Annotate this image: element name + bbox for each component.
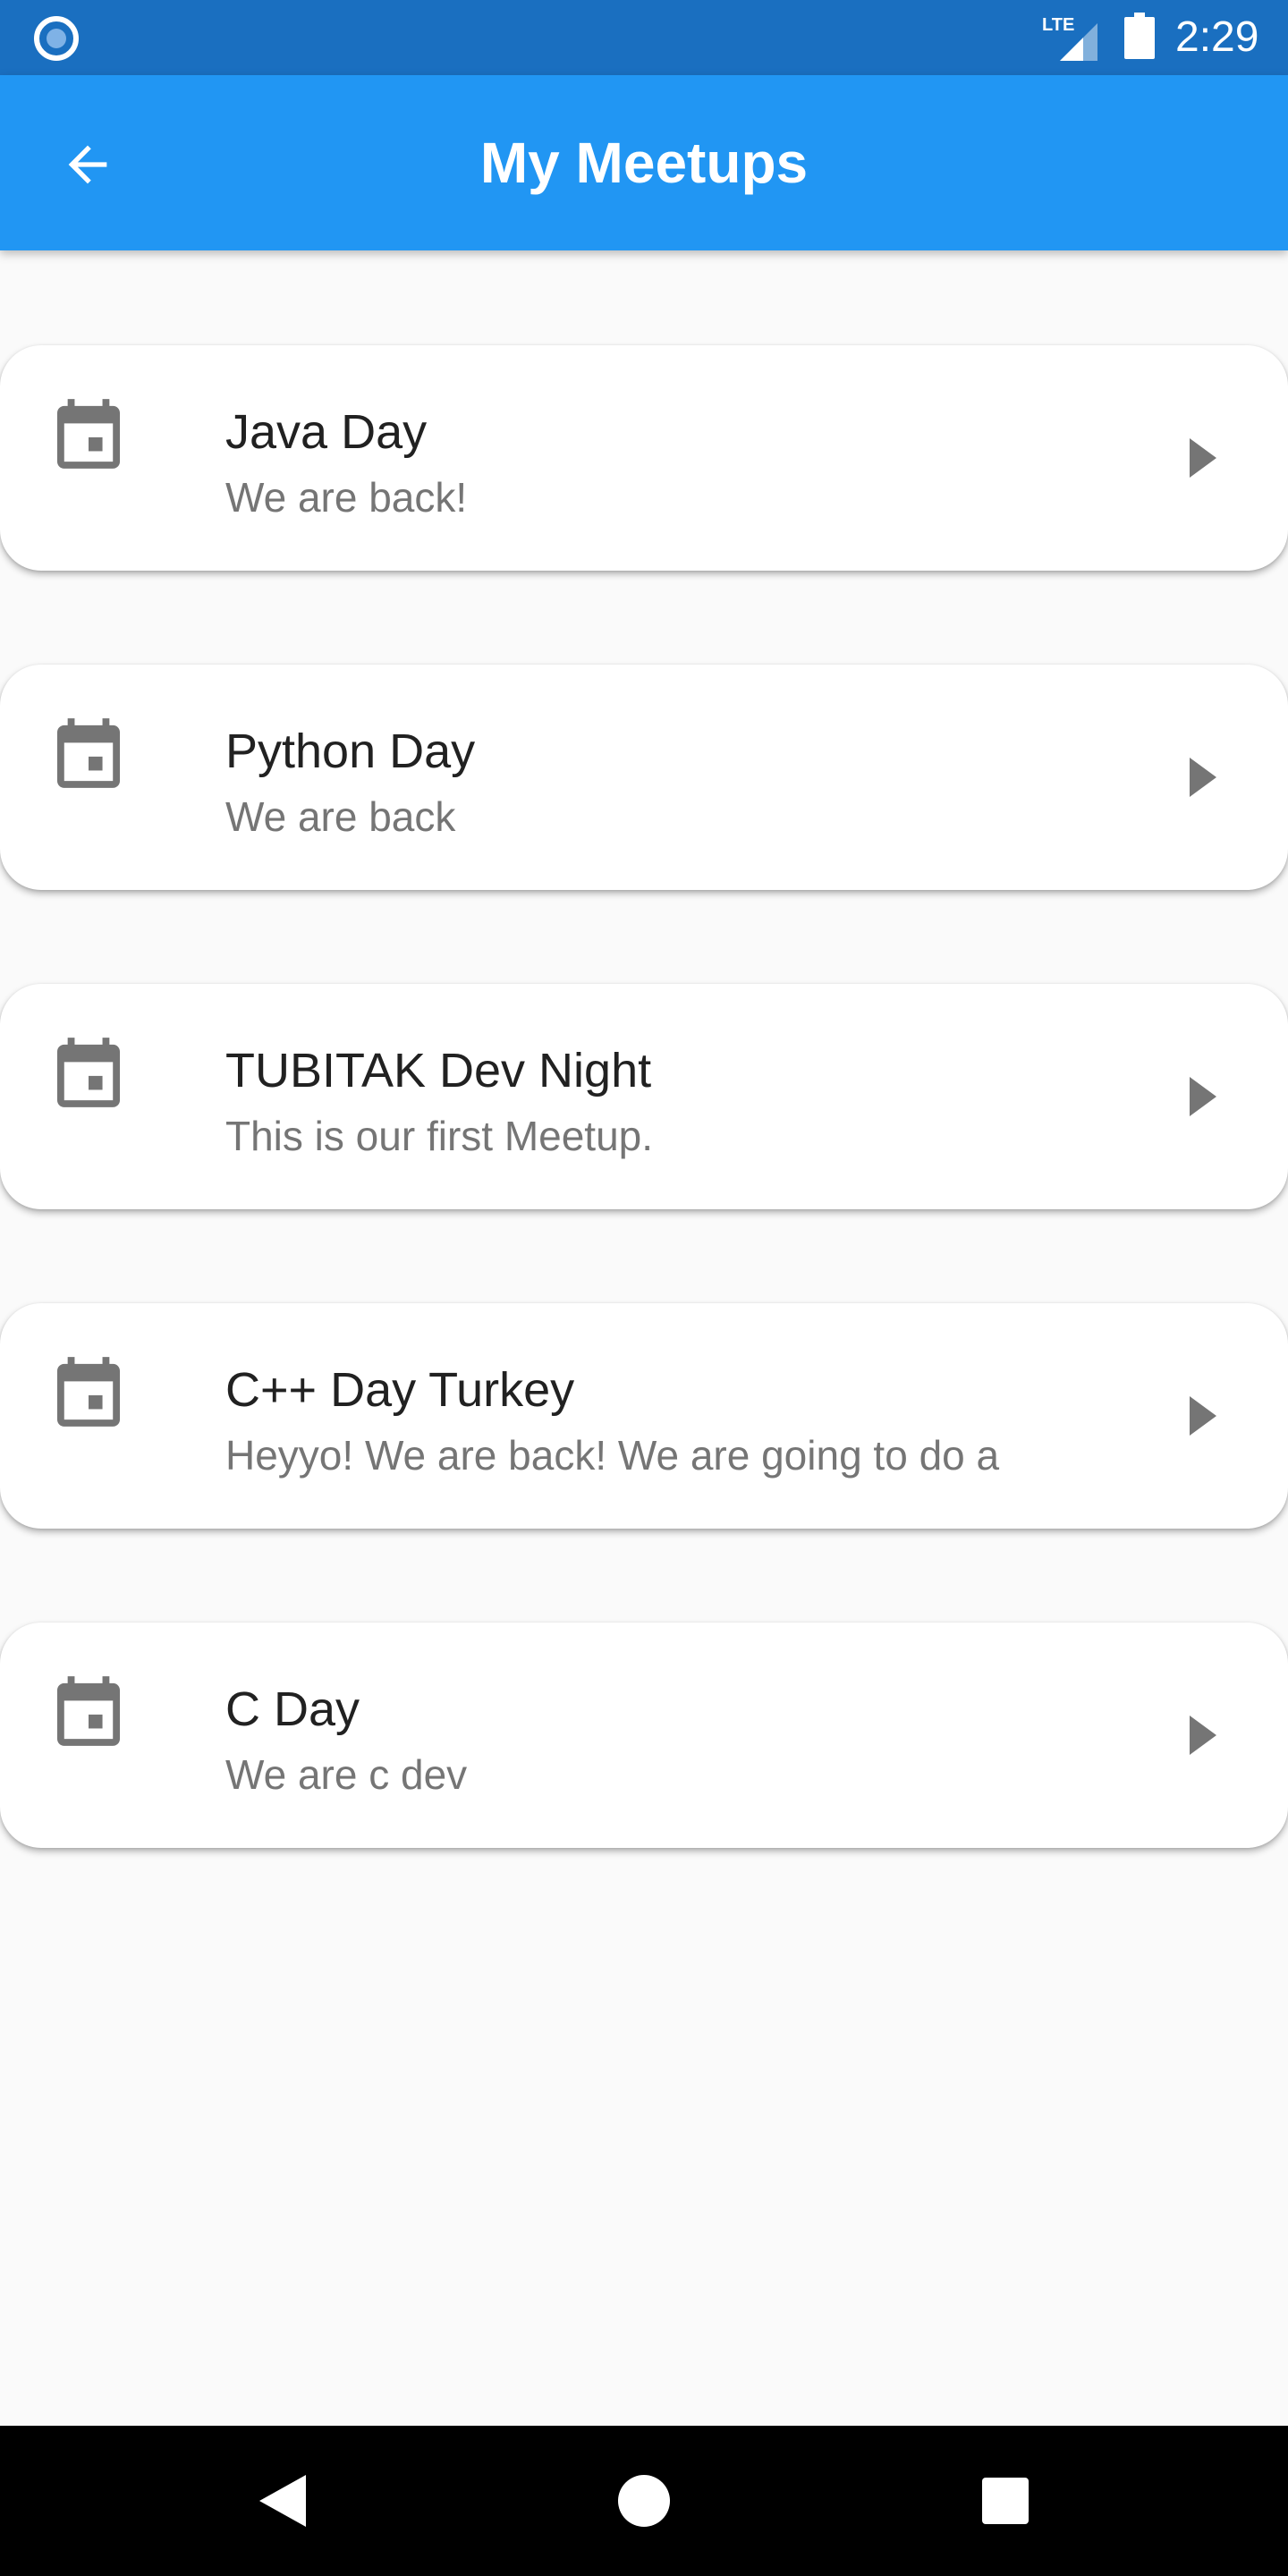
meetup-subtitle: This is our first Meetup. xyxy=(225,1113,654,1159)
battery-icon xyxy=(1124,13,1155,59)
calendar-icon xyxy=(57,1676,120,1746)
meetup-title: TUBITAK Dev Night xyxy=(225,1044,652,1097)
arrow-back-icon xyxy=(68,145,107,184)
nav-recents-button[interactable] xyxy=(961,2456,1050,2546)
network-label: LTE xyxy=(1042,15,1074,35)
nav-home-button[interactable] xyxy=(599,2456,689,2546)
meetup-title: Java Day xyxy=(225,405,428,459)
recents-square-icon xyxy=(982,2478,1029,2524)
list-item[interactable]: C++ Day Turkey Heyyo! We are back! We ar… xyxy=(0,1303,1288,1529)
chevron-right-icon xyxy=(1190,758,1216,797)
meetup-title: C++ Day Turkey xyxy=(225,1363,575,1417)
signal-lte-icon: LTE xyxy=(1042,15,1097,61)
page-title: My Meetups xyxy=(479,131,809,195)
chevron-right-icon xyxy=(1190,1716,1216,1755)
system-nav-bar xyxy=(0,2426,1288,2576)
chevron-right-icon xyxy=(1190,1077,1216,1116)
calendar-icon xyxy=(57,1357,120,1427)
back-triangle-icon xyxy=(259,2475,306,2527)
list-item[interactable]: TUBITAK Dev Night This is our first Meet… xyxy=(0,984,1288,1209)
app-bar: My Meetups xyxy=(0,75,1288,250)
calendar-icon xyxy=(57,718,120,788)
calendar-icon xyxy=(57,1038,120,1107)
meetup-subtitle: We are back! xyxy=(225,474,468,521)
meetup-subtitle: Heyyo! We are back! We are going to do a xyxy=(225,1432,1000,1479)
list-item[interactable]: C Day We are c dev xyxy=(0,1623,1288,1848)
nav-back-button[interactable] xyxy=(238,2456,327,2546)
notification-icon xyxy=(34,16,79,61)
list-item[interactable]: Java Day We are back! xyxy=(0,345,1288,571)
meetup-title: C Day xyxy=(225,1682,360,1736)
status-time: 2:29 xyxy=(1175,13,1259,61)
meetup-title: Python Day xyxy=(225,724,476,778)
meetup-subtitle: We are c dev xyxy=(225,1751,468,1798)
meetup-subtitle: We are back xyxy=(225,793,456,840)
chevron-right-icon xyxy=(1190,438,1216,478)
chevron-right-icon xyxy=(1190,1396,1216,1436)
status-bar: LTE 2:29 xyxy=(0,0,1288,75)
back-button[interactable] xyxy=(43,120,132,209)
list-item[interactable]: Python Day We are back xyxy=(0,665,1288,890)
calendar-icon xyxy=(57,399,120,469)
home-circle-icon xyxy=(618,2475,670,2527)
